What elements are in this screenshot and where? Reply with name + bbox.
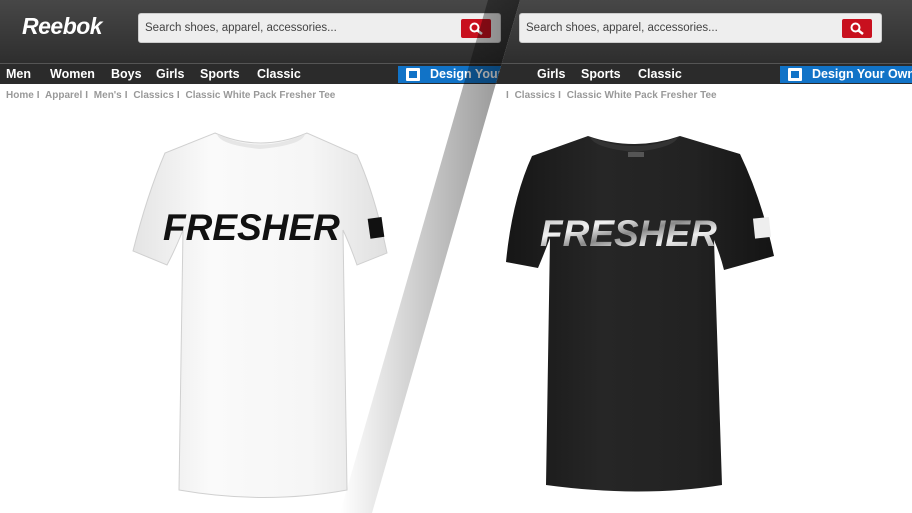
- breadcrumb: Home I Apparel I Men's I Classics I Classic …: [6, 90, 338, 101]
- nav-girls[interactable]: Girls: [156, 67, 185, 81]
- black-tshirt-image[interactable]: FRESHER: [502, 130, 780, 495]
- breadcrumb-current-right: Classic White Pack Fresher Tee: [566, 90, 717, 101]
- search-input[interactable]: [139, 14, 439, 42]
- shirt-print-text: FRESHER: [163, 207, 340, 248]
- breadcrumb-sep: I: [85, 90, 89, 101]
- breadcrumb-classics-right[interactable]: Classics: [515, 90, 556, 101]
- nav-boys[interactable]: Boys: [111, 67, 142, 81]
- breadcrumb-right: I Classics I Classic White Pack Fresher T…: [506, 90, 720, 101]
- design-icon: [788, 68, 802, 81]
- nav-girls-right[interactable]: Girls: [537, 67, 566, 81]
- search-button-right[interactable]: [842, 19, 872, 38]
- breadcrumb-classics[interactable]: Classics: [133, 90, 174, 101]
- breadcrumb-sep: I: [506, 90, 509, 101]
- search-bar: [138, 13, 501, 43]
- search-bar-right: [519, 13, 882, 43]
- breadcrumb-sep: I: [36, 90, 40, 101]
- design-your-own-button-right[interactable]: Design Your Own: [780, 66, 912, 83]
- search-input-right[interactable]: [520, 14, 820, 42]
- search-icon: [850, 22, 864, 35]
- design-label: Design Your: [430, 67, 503, 81]
- nav-men[interactable]: Men: [6, 67, 31, 81]
- breadcrumb-sep: I: [176, 90, 180, 101]
- design-icon: [406, 68, 420, 81]
- nav-classic[interactable]: Classic: [257, 67, 301, 81]
- breadcrumb-home[interactable]: Home: [6, 90, 34, 101]
- nav-classic-right[interactable]: Classic: [638, 67, 682, 81]
- nav-sports[interactable]: Sports: [200, 67, 240, 81]
- breadcrumb-sep: I: [124, 90, 128, 101]
- breadcrumb-mens[interactable]: Men's: [94, 90, 122, 101]
- white-tshirt-image[interactable]: FRESHER: [125, 125, 395, 500]
- search-button[interactable]: [461, 19, 491, 38]
- breadcrumb-apparel[interactable]: Apparel: [45, 90, 82, 101]
- shirt-print-text-right: FRESHER: [540, 213, 717, 254]
- nav-women[interactable]: Women: [50, 67, 95, 81]
- nav-sports-right[interactable]: Sports: [581, 67, 621, 81]
- breadcrumb-current: Classic White Pack Fresher Tee: [185, 90, 336, 101]
- breadcrumb-sep: I: [558, 90, 561, 101]
- design-label-right: Design Your Own: [812, 67, 912, 81]
- search-icon: [469, 22, 483, 35]
- reebok-logo[interactable]: Reebok: [22, 13, 103, 40]
